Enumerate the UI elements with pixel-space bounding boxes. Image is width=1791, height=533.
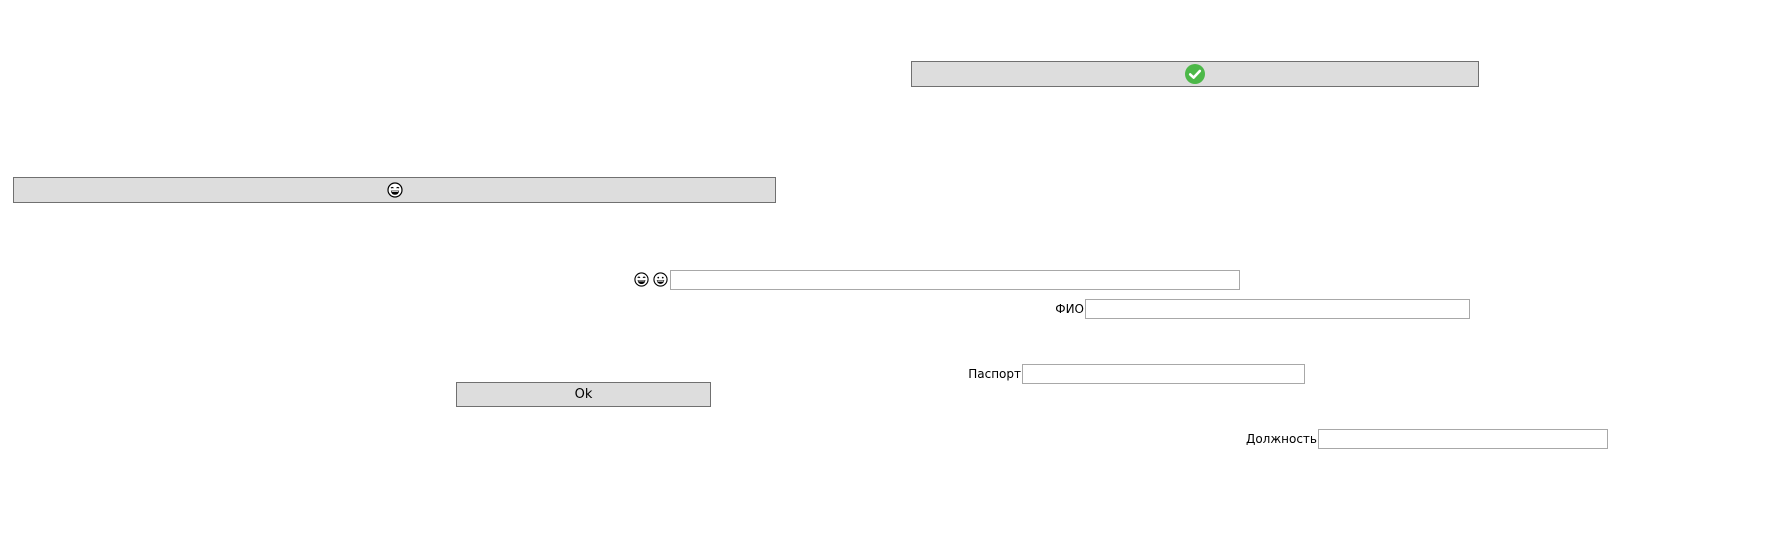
emoji-button[interactable]: [13, 177, 776, 203]
grinning-emoji-icon: [653, 272, 668, 287]
ok-button-label: Ok: [574, 387, 593, 402]
passport-input[interactable]: [1022, 364, 1305, 384]
emoji-text-input[interactable]: [670, 270, 1240, 290]
ok-button[interactable]: Ok: [456, 382, 711, 407]
laughing-emoji-icon: [634, 272, 649, 287]
passport-label: Паспорт: [968, 367, 1021, 381]
fio-input[interactable]: [1085, 299, 1470, 319]
fio-label: ФИО: [1055, 302, 1084, 316]
confirm-button[interactable]: [911, 61, 1479, 87]
position-label: Должность: [1245, 432, 1317, 446]
position-input[interactable]: [1318, 429, 1608, 449]
check-circle-icon: [1185, 64, 1205, 84]
laughing-emoji-icon: [386, 182, 403, 198]
